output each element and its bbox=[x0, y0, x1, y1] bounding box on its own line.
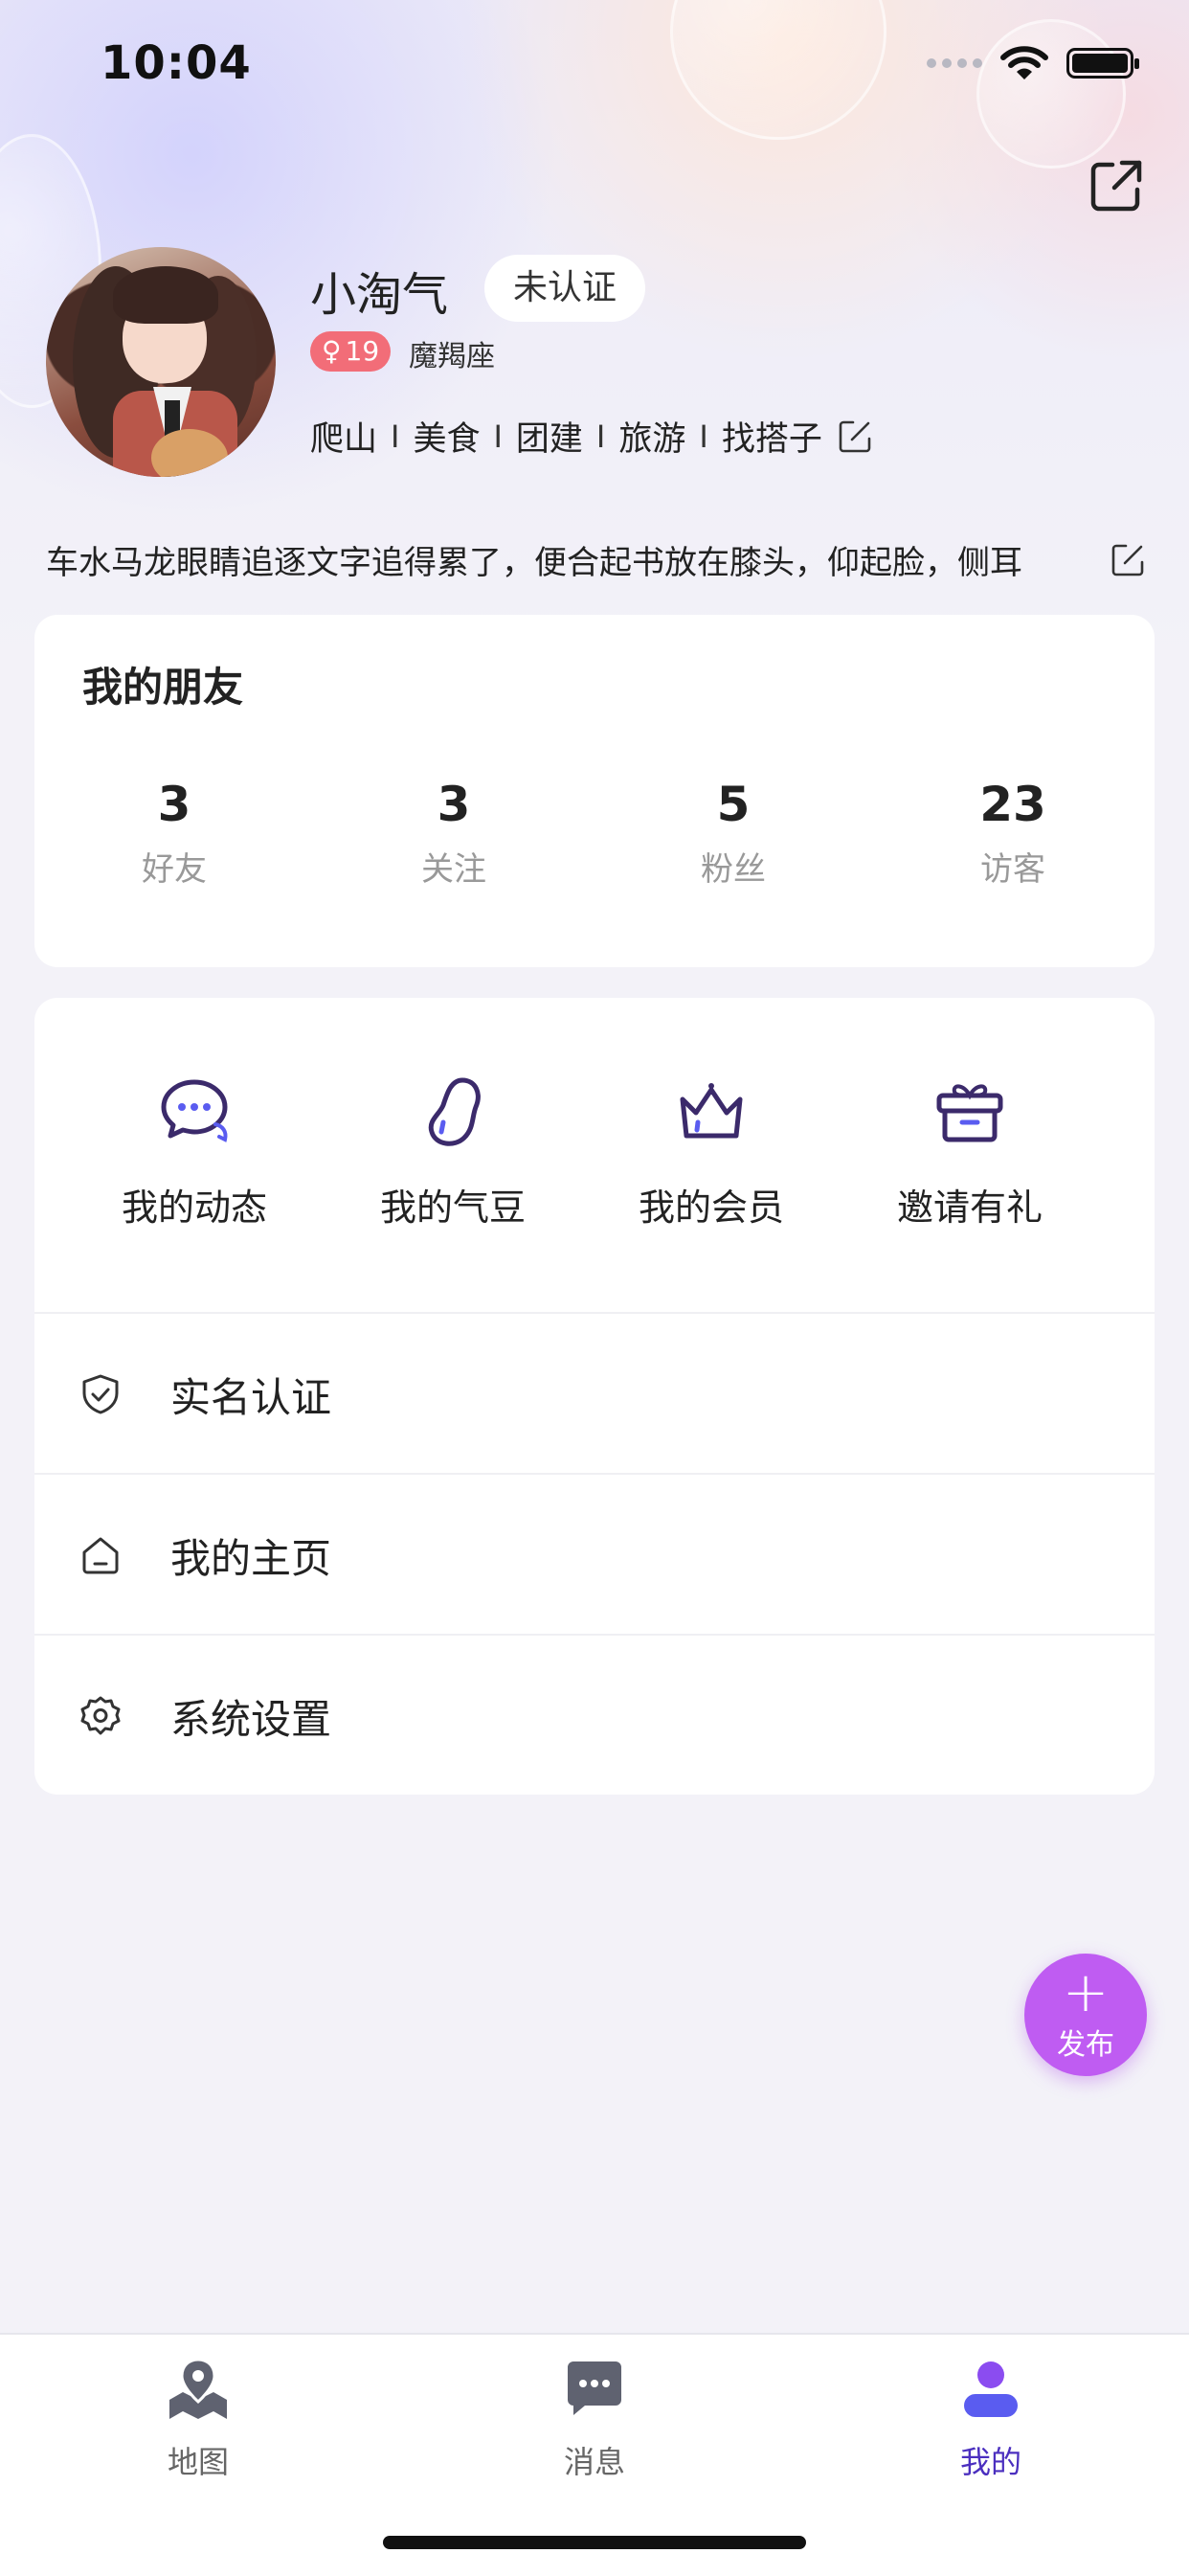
stat-visitors[interactable]: 23 访客 bbox=[873, 776, 1153, 890]
tab-map[interactable]: 地图 bbox=[102, 2356, 294, 2482]
chat-bubble-icon bbox=[161, 1079, 228, 1142]
stat-label: 粉丝 bbox=[701, 850, 766, 889]
stat-label: 好友 bbox=[142, 850, 207, 889]
gear-icon bbox=[80, 1696, 121, 1735]
menu-card: 我的动态 我的气豆 我的会员 邀请有礼 实名认证 我的主页 系统设置 bbox=[34, 998, 1155, 1795]
tab-messages[interactable]: 消息 bbox=[499, 2356, 690, 2482]
tab-profile[interactable]: 我的 bbox=[895, 2356, 1087, 2482]
friends-stats: 3 好友 3 关注 5 粉丝 23 访客 bbox=[34, 776, 1155, 890]
tag-item: 团建 bbox=[515, 420, 583, 459]
bean-icon bbox=[428, 1077, 481, 1146]
quick-action-label: 邀请有礼 bbox=[896, 1186, 1043, 1229]
quick-action-beans[interactable]: 我的气豆 bbox=[324, 1073, 582, 1231]
decor-bubble bbox=[976, 19, 1126, 169]
stat-fans[interactable]: 5 粉丝 bbox=[594, 776, 873, 890]
menu-item-homepage[interactable]: 我的主页 bbox=[34, 1473, 1155, 1636]
tab-label: 地图 bbox=[167, 2444, 229, 2480]
quick-action-label: 我的动态 bbox=[121, 1186, 267, 1229]
verify-status-badge[interactable]: 未认证 bbox=[484, 255, 646, 322]
menu-item-label: 我的主页 bbox=[170, 1534, 332, 1582]
tag-separator: I bbox=[493, 418, 503, 455]
wifi-icon bbox=[1000, 46, 1048, 79]
tag-separator: I bbox=[699, 418, 708, 455]
quick-action-label: 我的气豆 bbox=[379, 1186, 526, 1229]
bio-text: 车水马龙眼睛追逐文字追得累了，便合起书放在膝头，仰起脸，侧耳 bbox=[46, 544, 1022, 582]
quick-action-posts[interactable]: 我的动态 bbox=[65, 1073, 324, 1231]
message-icon bbox=[568, 2361, 621, 2415]
nickname: 小淘气 bbox=[310, 268, 449, 322]
decor-bubble bbox=[670, 0, 886, 140]
quick-action-invite[interactable]: 邀请有礼 bbox=[841, 1073, 1099, 1231]
edit-tags-icon[interactable] bbox=[836, 418, 874, 456]
quick-action-label: 我的会员 bbox=[638, 1186, 784, 1229]
tag-separator: I bbox=[391, 418, 400, 455]
publish-button[interactable]: + 发布 bbox=[1024, 1954, 1147, 2076]
status-time: 10:04 bbox=[101, 36, 252, 90]
home-icon bbox=[82, 1537, 119, 1574]
menu-item-settings[interactable]: 系统设置 bbox=[34, 1634, 1155, 1796]
interest-tags[interactable]: 爬山 I 美食 I 团建 I 旅游 I 找搭子 bbox=[310, 412, 874, 461]
stat-label: 关注 bbox=[421, 850, 486, 889]
signal-icon bbox=[927, 58, 982, 68]
quick-action-membership[interactable]: 我的会员 bbox=[582, 1073, 841, 1231]
quick-actions: 我的动态 我的气豆 我的会员 邀请有礼 bbox=[34, 1073, 1155, 1231]
gender-age-badge: ♀ 19 bbox=[310, 331, 392, 372]
menu-item-label: 系统设置 bbox=[170, 1695, 332, 1743]
map-pin-icon bbox=[169, 2358, 227, 2419]
bio-row[interactable]: 车水马龙眼睛追逐文字追得累了，便合起书放在膝头，仰起脸，侧耳 bbox=[46, 536, 1147, 583]
crown-icon bbox=[680, 1083, 743, 1139]
friends-title: 我的朋友 bbox=[82, 664, 244, 711]
avatar[interactable] bbox=[46, 247, 276, 477]
stat-label: 访客 bbox=[980, 850, 1045, 889]
female-icon: ♀ bbox=[322, 335, 342, 367]
age-text: 19 bbox=[345, 335, 380, 367]
tab-label: 消息 bbox=[563, 2444, 625, 2480]
share-icon[interactable] bbox=[1088, 157, 1145, 215]
tag-item: 爬山 bbox=[310, 420, 378, 459]
menu-item-real-name[interactable]: 实名认证 bbox=[34, 1312, 1155, 1475]
plus-icon: + bbox=[1062, 1959, 1110, 2024]
tag-separator: I bbox=[595, 418, 606, 455]
stat-value: 23 bbox=[979, 777, 1046, 832]
stat-value: 3 bbox=[157, 777, 191, 832]
stat-value: 5 bbox=[716, 777, 751, 832]
battery-icon bbox=[1066, 48, 1139, 79]
stat-value: 3 bbox=[437, 777, 471, 832]
edit-bio-icon[interactable] bbox=[1109, 541, 1147, 579]
zodiac-text: 魔羯座 bbox=[409, 340, 495, 373]
menu-item-label: 实名认证 bbox=[170, 1373, 332, 1421]
tab-label: 我的 bbox=[959, 2444, 1021, 2480]
stat-following[interactable]: 3 关注 bbox=[314, 776, 594, 890]
tag-item: 美食 bbox=[413, 420, 481, 459]
friends-card: 我的朋友 3 好友 3 关注 5 粉丝 23 访客 bbox=[34, 615, 1155, 967]
gift-icon bbox=[936, 1084, 1003, 1142]
tag-item: 找搭子 bbox=[721, 420, 822, 459]
publish-label: 发布 bbox=[1057, 2028, 1114, 2062]
shield-check-icon bbox=[82, 1374, 119, 1414]
tag-item: 旅游 bbox=[618, 420, 686, 459]
person-icon bbox=[964, 2361, 1018, 2417]
stat-friends[interactable]: 3 好友 bbox=[34, 776, 314, 890]
home-indicator bbox=[383, 2536, 806, 2549]
status-icons bbox=[927, 44, 1139, 82]
